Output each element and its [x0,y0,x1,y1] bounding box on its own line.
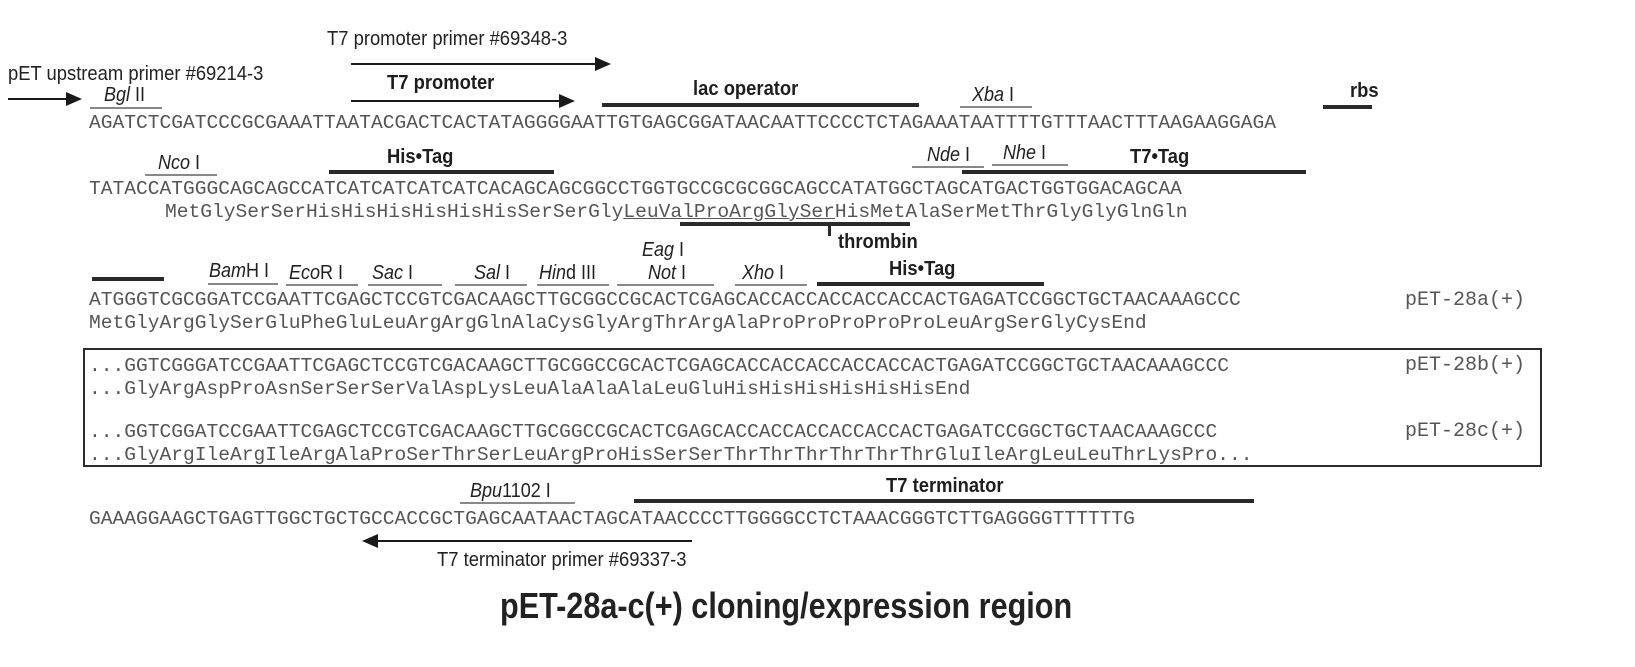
ecor-i-roman: R I [320,262,344,284]
not-i-roman: I [676,262,687,284]
his-tag-2-bar [817,282,1044,286]
thrombin-bar [680,222,910,226]
rbs-label: rbs [1350,80,1379,102]
sequence-line-2: TATACCATGGGCAGCAGCCATCATCATCATCATCACAGCA… [89,178,1182,200]
ecor-i-italic: Eco [289,262,321,284]
nhe-i-underline [992,164,1068,166]
ecor-i-underline [286,284,358,286]
eag-i-roman: I [674,239,685,261]
xba-i-site: Xba I [972,84,1014,107]
nco-i-underline [145,174,217,176]
lac-operator-bar [602,103,919,107]
t7-terminator-bar [634,499,1254,503]
lac-operator-label: lac operator [693,78,799,100]
hind-iii-roman: d III [566,262,597,284]
sal-i-roman: I [500,262,511,284]
t7-promoter-arrow [351,94,575,108]
eag-i-italic: Eag [642,239,675,261]
bpu1102-i-roman: 1102 I [502,480,551,502]
sequence-line-4: GAAAGGAAGCTGAGTTGGCTGCTGCCACCGCTGAGCAATA… [89,508,1135,530]
nde-i-site: Nde I [927,144,970,167]
t7-promoter-primer-label: T7 promoter primer #69348-3 [327,28,568,50]
sac-i-site: Sac I [372,262,413,285]
nco-i-roman: I [190,152,201,174]
nco-i-site: Nco I [158,152,200,175]
nhe-i-site: Nhe I [1003,142,1046,165]
not-i-site: Not I [648,262,686,285]
sal-i-site: Sal I [474,262,510,285]
nhe-i-roman: I [1036,142,1047,164]
nco-i-italic: Nco [158,152,191,174]
variant-label-pet-28a: pET-28a(+) [1405,289,1526,312]
variant-c-dna: ...GGTCGGATCCGAATTCGAGCTCCGTCGACAAGCTTGC… [89,421,1218,443]
variant-label-pet-28c: pET-28c(+) [1405,420,1526,443]
not-i-underline [617,284,714,286]
sal-i-underline [455,284,527,286]
bamh-i-underline [208,283,278,285]
bpu1102-i-site: Bpu1102 I [470,480,551,503]
bamh-i-italic: Bam [209,260,247,282]
nhe-i-italic: Nhe [1003,142,1037,164]
amino-acid-line-3: MetGlyArgGlySerGluPheGluLeuArgArgGlnAlaC… [89,312,1147,334]
hind-iii-underline [537,284,609,286]
figure-title: pET-28a-c(+) cloning/expression region [500,585,1073,626]
aa-line-2-pre: MetGlySerSerHisHisHisHisHisHisSerSerGly [165,201,624,223]
variant-label-pet-28b: pET-28b(+) [1405,354,1526,377]
bgl-ii-roman: II [130,84,146,106]
xho-i-underline [735,284,807,286]
variant-b-dna: ...GGTCGGGATCCGAATTCGAGCTCCGTCGACAAGCTTG… [89,355,1229,377]
pet-upstream-primer-arrow [8,92,82,106]
nde-i-italic: Nde [927,144,961,166]
eag-i-site: Eag I [642,239,684,262]
hind-iii-italic: Hin [539,262,567,284]
t7-tag-label: T7•Tag [1130,146,1190,168]
thrombin-cleavage-tick [828,224,831,236]
sequence-line-3: ATGGGTCGCGGATCCGAATTCGAGCTCCGTCGACAAGCTT… [89,289,1241,311]
variant-c-aa: ...GlyArgIleArgIleArgAlaProSerThrSerLeuA… [89,444,1253,466]
t7-promoter-label: T7 promoter [387,72,495,94]
pet-upstream-primer-label: pET upstream primer #69214-3 [8,63,264,85]
bgl-ii-underline [90,107,162,109]
t7-terminator-primer-arrow [362,534,692,548]
nde-i-roman: I [960,144,971,166]
xho-i-site: Xho I [742,262,784,285]
thrombin-label: thrombin [838,231,918,253]
nde-i-underline [912,166,984,168]
t7-tag-continuation-bar [92,277,164,281]
t7-promoter-primer-arrow [351,57,611,71]
his-tag-1-bar [329,170,554,174]
xba-i-underline [960,106,1032,108]
sac-i-roman: I [403,262,414,284]
bamh-i-site: BamH I [209,260,269,283]
t7-terminator-label: T7 terminator [886,475,1004,497]
his-tag-2-label: His•Tag [889,258,956,280]
amino-acid-line-2: MetGlySerSerHisHisHisHisHisHisSerSerGlyL… [165,201,1187,223]
not-i-italic: Not [648,262,677,284]
xba-i-roman: I [1004,84,1015,106]
bamh-i-roman: H I [246,260,270,282]
ecor-i-site: EcoR I [289,262,343,285]
rbs-bar [1323,105,1372,109]
aa-line-2-post: HisMetAlaSerMetThrGlyGlyGlnGln [834,201,1188,223]
aa-line-2-thrombin-site: LeuValProArgGlySer [623,201,835,223]
bpu1102-i-underline [460,502,575,504]
xho-i-roman: I [774,262,785,284]
sequence-line-1: AGATCTCGATCCCGCGAAATTAATACGACTCACTATAGGG… [89,112,1276,134]
bpu1102-i-italic: Bpu [470,480,503,502]
his-tag-1-label: His•Tag [387,146,454,168]
xba-i-italic: Xba [972,84,1005,106]
t7-terminator-primer-label: T7 terminator primer #69337-3 [437,549,687,571]
sal-i-italic: Sal [474,262,501,284]
xho-i-italic: Xho [742,262,775,284]
hind-iii-site: Hind III [539,262,596,285]
sac-i-italic: Sac [372,262,404,284]
variant-b-aa: ...GlyArgAspProAsnSerSerSerValAspLysLeuA… [89,378,971,400]
bgl-ii-italic: Bgl [104,84,131,106]
t7-tag-bar [962,170,1306,174]
bgl-ii-site: Bgl II [104,84,145,107]
sac-i-underline [368,284,442,286]
